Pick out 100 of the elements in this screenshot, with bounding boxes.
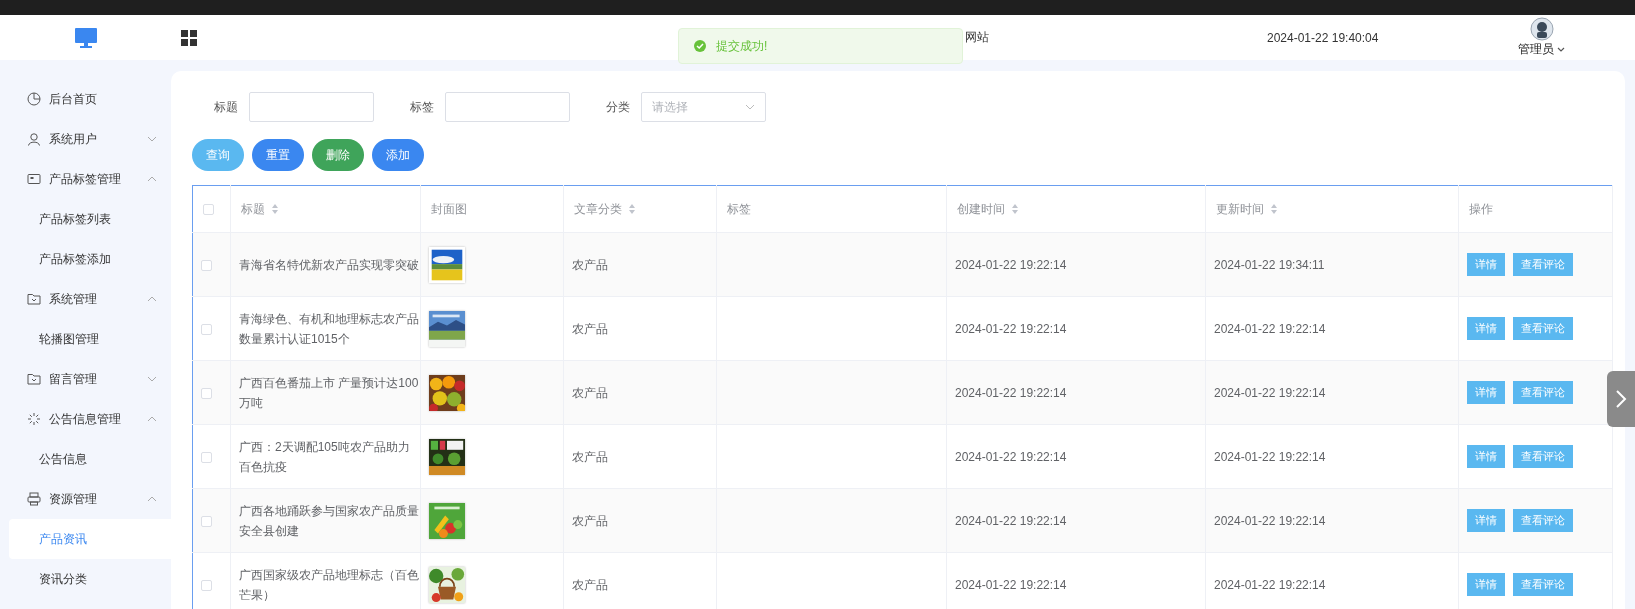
- checkbox[interactable]: [201, 259, 212, 271]
- table-cell-text: 广西各地踊跃参与国家农产品质量安全县创建: [239, 502, 419, 540]
- user-icon: [27, 132, 41, 146]
- input-field[interactable]: [445, 92, 570, 122]
- check-icon: [694, 40, 706, 52]
- site-title: 网站: [965, 29, 989, 46]
- row-button[interactable]: 详情: [1467, 253, 1505, 276]
- row-button[interactable]: 查看评论: [1513, 381, 1573, 404]
- user-menu[interactable]: 管理员: [1518, 41, 1566, 58]
- table-cell-text: 2024-01-22 19:22:14: [1214, 512, 1326, 530]
- table-cell-text: 2024-01-22 19:22:14: [955, 320, 1067, 338]
- table-cell-text: 农产品: [572, 256, 608, 274]
- action-button[interactable]: 重置: [252, 139, 304, 171]
- column-header: 操作: [1469, 200, 1493, 218]
- table-cell-text: 2024-01-22 19:22:14: [955, 512, 1067, 530]
- printer-icon: [27, 492, 41, 506]
- column-header[interactable]: 更新时间: [1216, 200, 1278, 218]
- table-cell-text: 农产品: [572, 512, 608, 530]
- action-button[interactable]: 删除: [312, 139, 364, 171]
- row-button[interactable]: 查看评论: [1513, 445, 1573, 468]
- table-cell-text: 2024-01-22 19:22:14: [1214, 384, 1326, 402]
- chevron-down-icon: [745, 104, 755, 110]
- checkbox[interactable]: [201, 451, 212, 463]
- row-button[interactable]: 详情: [1467, 317, 1505, 340]
- grid-icon[interactable]: [181, 29, 197, 46]
- column-header[interactable]: 创建时间: [957, 200, 1019, 218]
- table-cell-text: 农产品: [572, 448, 608, 466]
- expand-tab[interactable]: [1607, 371, 1635, 427]
- chevron-right-icon: [1615, 389, 1627, 409]
- monitor-icon: [73, 26, 98, 49]
- submenu-item[interactable]: 产品资讯: [9, 519, 171, 559]
- table-cell-text: 青海省名特优新农产品实现零突破: [239, 256, 419, 274]
- table-cell-text: 广西百色番茄上市 产量预计达100万吨: [239, 374, 419, 412]
- caret-icon: [1557, 46, 1566, 53]
- folder-icon: [27, 372, 41, 386]
- field-label: 标签: [410, 98, 434, 116]
- row-button[interactable]: 查看评论: [1513, 509, 1573, 532]
- field-label: 标题: [214, 98, 238, 116]
- avatar-icon: [1529, 17, 1554, 41]
- menu-item[interactable]: 资源管理: [0, 479, 171, 519]
- input-field[interactable]: [249, 92, 374, 122]
- chevron-down-icon: [147, 136, 157, 142]
- row-button[interactable]: 查看评论: [1513, 317, 1573, 340]
- row-button[interactable]: 详情: [1467, 573, 1505, 596]
- submenu-item[interactable]: 产品标签添加: [9, 239, 171, 279]
- row-button[interactable]: 详情: [1467, 509, 1505, 532]
- table-cell-text: 2024-01-22 19:22:14: [1214, 448, 1326, 466]
- table-cell-text: 2024-01-22 19:34:11: [1214, 256, 1325, 274]
- column-header: 标签: [727, 200, 751, 218]
- row-button[interactable]: 查看评论: [1513, 573, 1573, 596]
- table-cell-text: 青海绿色、有机和地理标志农产品数量累计认证1015个: [239, 310, 419, 348]
- folder-icon: [27, 292, 41, 306]
- row-button[interactable]: 详情: [1467, 381, 1505, 404]
- table-cell-text: 农产品: [572, 576, 608, 594]
- table-cell-text: 广西：2天调配105吨农产品助力百色抗疫: [239, 438, 411, 476]
- table-cell-text: 2024-01-22 19:22:14: [955, 576, 1067, 594]
- chevron-down-icon: [147, 376, 157, 382]
- action-button[interactable]: 添加: [372, 139, 424, 171]
- sort-icon: [271, 203, 279, 215]
- sparkle-icon: [27, 412, 41, 426]
- menu-item[interactable]: 产品标签管理: [0, 159, 171, 199]
- column-header: 封面图: [431, 200, 467, 218]
- menu-item[interactable]: 系统管理: [0, 279, 171, 319]
- menu-item[interactable]: 后台首页: [0, 79, 171, 119]
- table-cell-text: 2024-01-22 19:22:14: [1214, 320, 1326, 338]
- menu-item[interactable]: 公告信息管理: [0, 399, 171, 439]
- submenu-item[interactable]: 轮播图管理: [9, 319, 171, 359]
- menu-item[interactable]: 留言管理: [0, 359, 171, 399]
- submenu-item[interactable]: 资讯分类: [9, 559, 171, 599]
- toast-message: 提交成功!: [678, 28, 963, 64]
- chevron-up-icon: [147, 496, 157, 502]
- table-cell-text: 2024-01-22 19:22:14: [955, 384, 1067, 402]
- table-cell-text: 2024-01-22 19:22:14: [1214, 576, 1326, 594]
- chevron-up-icon: [147, 416, 157, 422]
- table-cell-text: 广西国家级农产品地理标志（百色芒果）: [239, 566, 419, 604]
- sort-icon: [628, 203, 636, 215]
- submenu-item[interactable]: 公告信息: [9, 439, 171, 479]
- checkbox[interactable]: [201, 515, 212, 527]
- pie-chart-icon: [27, 92, 41, 106]
- action-button[interactable]: 查询: [192, 139, 244, 171]
- checkbox[interactable]: [201, 387, 212, 399]
- sort-icon: [1270, 203, 1278, 215]
- chevron-up-icon: [147, 176, 157, 182]
- row-button[interactable]: 详情: [1467, 445, 1505, 468]
- select-field[interactable]: 请选择: [641, 92, 766, 122]
- table-cell-text: 2024-01-22 19:22:14: [955, 256, 1067, 274]
- table-cell-text: 农产品: [572, 320, 608, 338]
- submenu-item[interactable]: 产品标签列表: [9, 199, 171, 239]
- checkbox[interactable]: [201, 579, 212, 591]
- row-button[interactable]: 查看评论: [1513, 253, 1573, 276]
- sort-icon: [1011, 203, 1019, 215]
- field-label: 分类: [606, 98, 630, 116]
- column-header[interactable]: 标题: [241, 200, 279, 218]
- column-header[interactable]: 文章分类: [574, 200, 636, 218]
- checkbox[interactable]: [203, 204, 214, 216]
- id-card-icon: [27, 172, 41, 186]
- checkbox[interactable]: [201, 323, 212, 335]
- menu-item[interactable]: 系统用户: [0, 119, 171, 159]
- table-cell-text: 2024-01-22 19:22:14: [955, 448, 1067, 466]
- table-cell-text: 农产品: [572, 384, 608, 402]
